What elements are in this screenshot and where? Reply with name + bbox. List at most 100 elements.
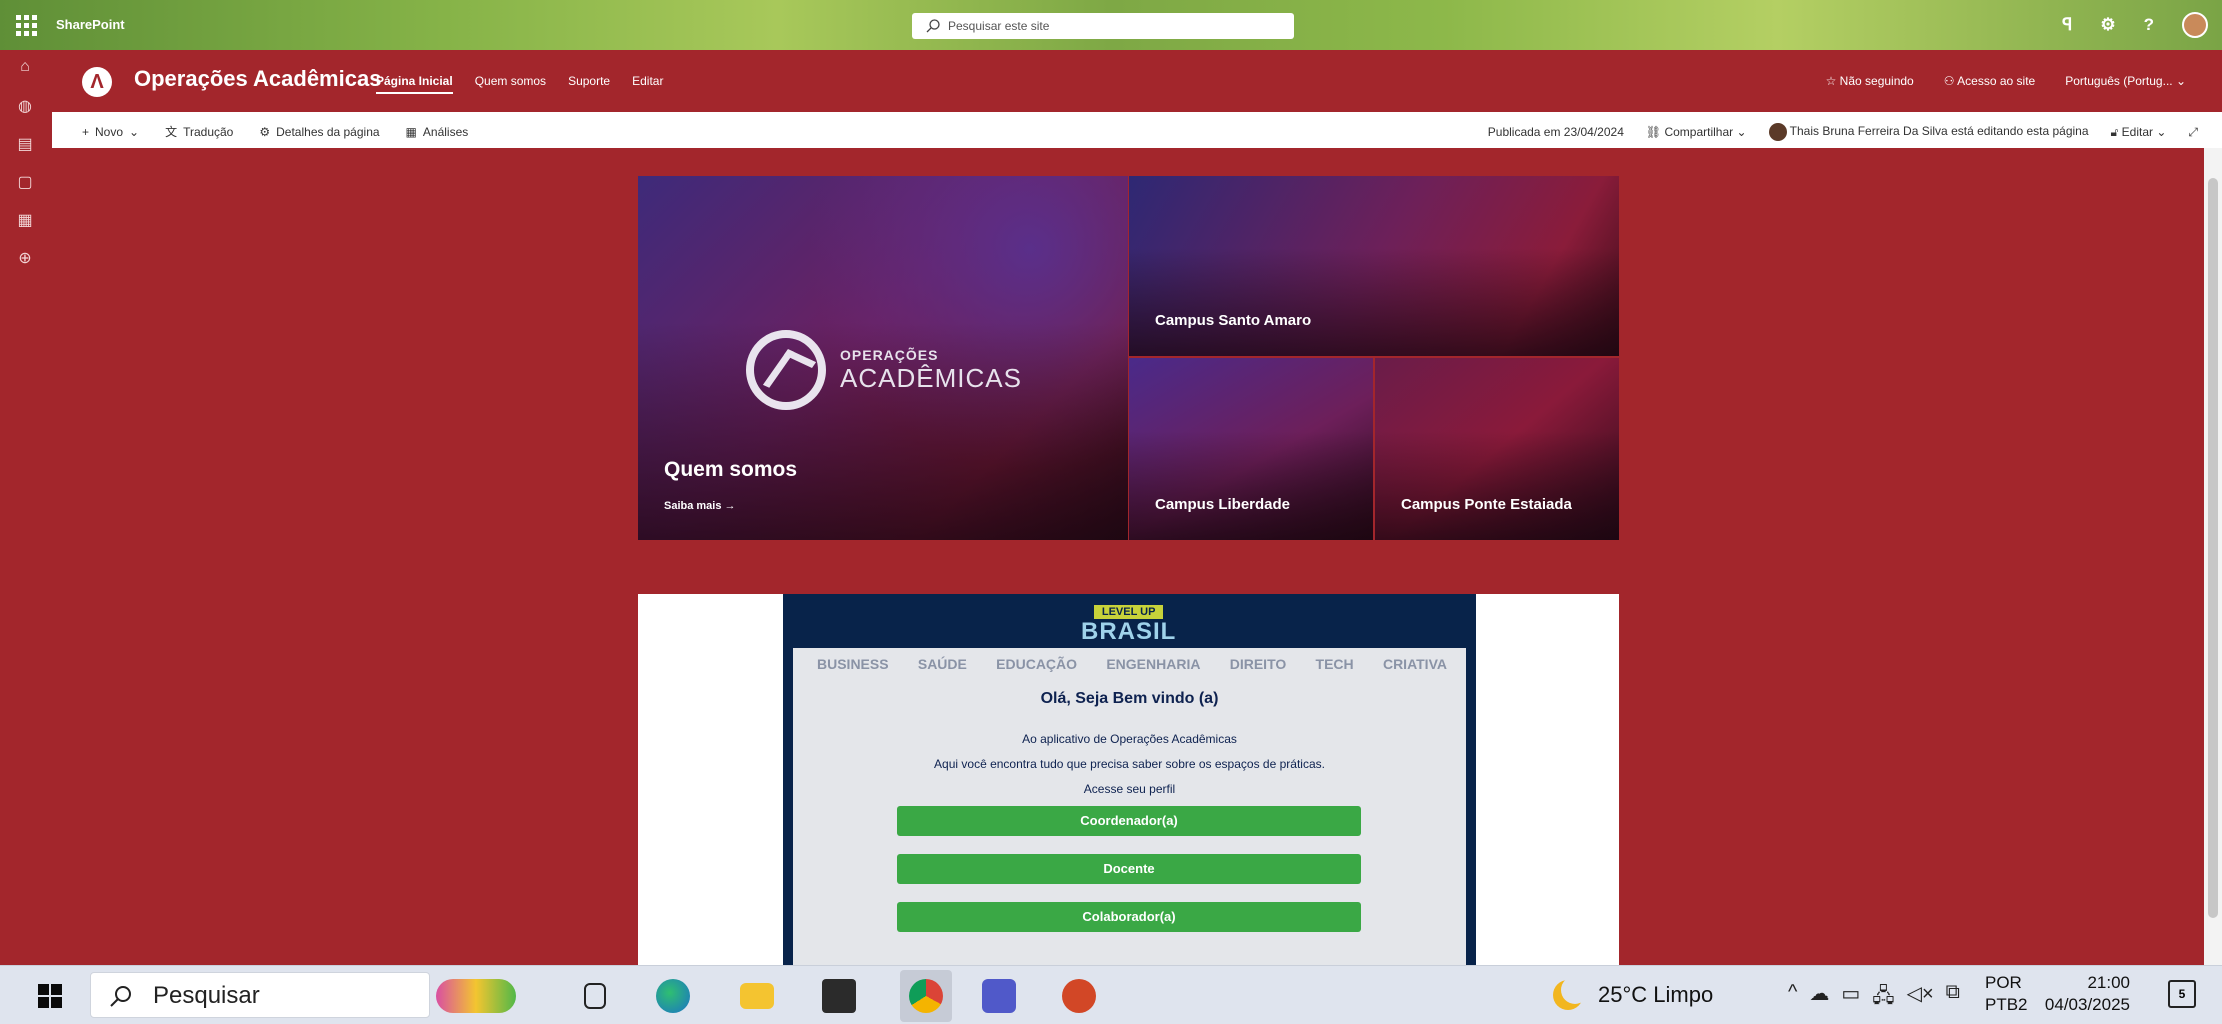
welcome-heading: Olá, Seja Bem vindo (a): [1040, 690, 1219, 707]
search-placeholder: Pesquisar este site: [948, 19, 1050, 33]
screen-icon[interactable]: ⧉: [1946, 981, 1960, 1015]
create-icon[interactable]: ⊕: [14, 248, 36, 270]
nav-support[interactable]: Suporte: [568, 74, 610, 94]
page-details-button[interactable]: ⚙ Detalhes da página: [259, 125, 379, 139]
editing-status: Thais Bruna Ferreira Da Silva está edita…: [1768, 123, 2089, 141]
analytics-button[interactable]: ▦ Análises: [406, 125, 469, 139]
scrollbar-thumb[interactable]: [2208, 178, 2218, 918]
notifications-icon[interactable]: 5: [2168, 980, 2196, 1008]
site-navigation: Página Inicial Quem somos Suporte Editar: [376, 74, 663, 94]
left-rail: ⌂ ◍ ▤ ▢ ▦ ⊕: [0, 50, 52, 965]
new-button[interactable]: + Novo ⌄: [82, 125, 139, 139]
user-avatar[interactable]: [2182, 12, 2208, 38]
network-icon[interactable]: 🖧︎: [1872, 981, 1894, 1015]
fmu-brand-row: BUSINESS SAÚDE EDUCAÇÃO ENGENHARIA DIREI…: [817, 656, 1447, 672]
share-button[interactable]: ⛓ Compartilhar ⌄: [1646, 125, 1747, 139]
lock-icon: 🔓︎: [2110, 124, 2122, 139]
teacher-button[interactable]: Docente: [897, 854, 1361, 884]
site-title[interactable]: Operações Acadêmicas: [134, 66, 381, 92]
windows-start-icon[interactable]: [38, 984, 62, 1008]
hero-tile-liberdade[interactable]: Campus Liberdade: [1129, 358, 1373, 540]
logo-mark-icon: [746, 330, 826, 410]
windows-taskbar: Pesquisar 25°C Limpo ^ ☁ ▭ 🖧︎ ◁× ⧉ POR P…: [0, 965, 2222, 1024]
hero-tile-about[interactable]: OPERAÇÕES ACADÊMICAS Quem somos Saiba ma…: [638, 176, 1128, 540]
staff-button[interactable]: Colaborador(a): [897, 902, 1361, 932]
sharepoint-icon[interactable]: ꟼ: [2062, 15, 2072, 35]
home-icon[interactable]: ⌂: [14, 58, 36, 80]
taskbar-clock[interactable]: 21:00 04/03/2025: [2040, 972, 2130, 1016]
command-bar: + Novo ⌄ 文 Tradução ⚙ Detalhes da página ▦ An…: [52, 112, 2222, 148]
chevron-down-icon: ⌄: [2172, 74, 2186, 88]
help-icon[interactable]: ?: [2144, 15, 2154, 35]
taskbar-search[interactable]: Pesquisar: [90, 972, 430, 1018]
chrome-icon: [909, 979, 943, 1013]
plus-icon: +: [82, 124, 90, 139]
hero-tile-ponte-estaiada[interactable]: Campus Ponte Estaiada: [1375, 358, 1619, 540]
teams-icon[interactable]: [982, 979, 1016, 1013]
task-view-icon[interactable]: [584, 983, 606, 1009]
suite-actions: ꟼ ⚙ ?: [2062, 12, 2208, 38]
expand-icon[interactable]: ⤢: [2188, 125, 2198, 140]
app-launcher-icon[interactable]: [14, 13, 38, 37]
star-icon: ☆: [1825, 74, 1840, 88]
coordinator-button[interactable]: Coordenador(a): [897, 806, 1361, 836]
weather-moon-icon: [1553, 976, 1589, 1010]
language-selector[interactable]: Português (Portug... ⌄: [2065, 74, 2186, 88]
hero-title: Quem somos: [664, 458, 798, 481]
store-icon[interactable]: [822, 979, 856, 1013]
page-canvas: OPERAÇÕES ACADÊMICAS Quem somos Saiba ma…: [52, 148, 2204, 965]
app-panel: BUSINESS SAÚDE EDUCAÇÃO ENGENHARIA DIREI…: [793, 648, 1466, 965]
search-icon: [926, 19, 940, 33]
carnival-widget-icon[interactable]: [436, 979, 516, 1013]
input-language[interactable]: POR PTB2: [1985, 972, 2028, 1016]
weather-text[interactable]: 25°C Limpo: [1598, 982, 1713, 1008]
chart-icon: ▦: [405, 124, 417, 139]
lists-icon[interactable]: ▦: [14, 210, 36, 232]
follow-button[interactable]: ☆ Não seguindo: [1826, 74, 1914, 88]
people-icon: ⚇: [1943, 74, 1958, 88]
translation-button[interactable]: 文 Tradução: [165, 123, 233, 140]
globe-icon[interactable]: ◍: [14, 96, 36, 118]
welcome-line-3: Acesse seu perfil: [1083, 782, 1176, 796]
powerpoint-icon[interactable]: [1062, 979, 1096, 1013]
site-access-button[interactable]: ⚇ Acesso ao site: [1944, 74, 2035, 88]
nav-edit[interactable]: Editar: [632, 74, 663, 94]
learn-more-link[interactable]: Saiba mais →: [664, 500, 736, 512]
welcome-line-2: Aqui você encontra tudo que precisa sabe…: [934, 757, 1325, 771]
nav-about[interactable]: Quem somos: [475, 74, 546, 94]
speaker-muted-icon[interactable]: ◁×: [1907, 981, 1934, 1015]
site-header-actions: ☆ Não seguindo ⚇ Acesso ao site Portuguê…: [1826, 74, 2186, 88]
share-icon: ⛓: [1645, 125, 1665, 139]
operacoes-logo: OPERAÇÕES ACADÊMICAS: [746, 330, 1022, 410]
arrow-right-icon: →: [724, 500, 736, 512]
site-search-input[interactable]: Pesquisar este site: [912, 13, 1294, 39]
onedrive-icon[interactable]: ☁: [1809, 981, 1829, 1015]
edit-button[interactable]: 🔓︎ Editar ⌄: [2111, 125, 2167, 140]
site-header: Λ Operações Acadêmicas Página Inicial Qu…: [52, 50, 2222, 112]
battery-icon[interactable]: ▭: [1841, 981, 1860, 1015]
suite-bar: SharePoint Pesquisar este site ꟼ ⚙ ?: [0, 0, 2222, 50]
suite-brand[interactable]: SharePoint: [56, 17, 125, 32]
search-icon: [110, 986, 131, 1007]
power-app: LEVEL UP BRASIL BUSINESS SAÚDE EDUCAÇÃO …: [783, 594, 1476, 965]
published-status: Publicada em 23/04/2024: [1487, 125, 1624, 139]
system-tray: ^ ☁ ▭ 🖧︎ ◁× ⧉: [1788, 981, 1960, 1015]
chevron-down-icon: ⌄: [129, 124, 140, 139]
welcome-line-1: Ao aplicativo de Operações Acadêmicas: [1022, 732, 1237, 746]
chrome-taskbar-tile[interactable]: [900, 970, 952, 1022]
files-icon[interactable]: ▢: [14, 172, 36, 194]
editor-avatar: [1768, 123, 1787, 141]
site-logo-icon[interactable]: Λ: [82, 67, 112, 97]
app-embed: LEVEL UP BRASIL BUSINESS SAÚDE EDUCAÇÃO …: [638, 594, 1619, 965]
hero-tile-santo-amaro[interactable]: Campus Santo Amaro: [1129, 176, 1619, 356]
chevron-up-icon[interactable]: ^: [1788, 981, 1797, 1015]
translate-icon: 文: [165, 125, 178, 139]
edge-icon[interactable]: [656, 979, 690, 1013]
settings-gear-icon[interactable]: ⚙: [2100, 15, 2115, 35]
level-up-logo: LEVEL UP BRASIL: [1081, 605, 1177, 645]
news-icon[interactable]: ▤: [14, 134, 36, 156]
page-scrollbar[interactable]: [2204, 148, 2222, 965]
gear-icon: ⚙: [259, 124, 271, 139]
file-explorer-icon[interactable]: [740, 983, 774, 1009]
nav-home[interactable]: Página Inicial: [376, 74, 453, 94]
